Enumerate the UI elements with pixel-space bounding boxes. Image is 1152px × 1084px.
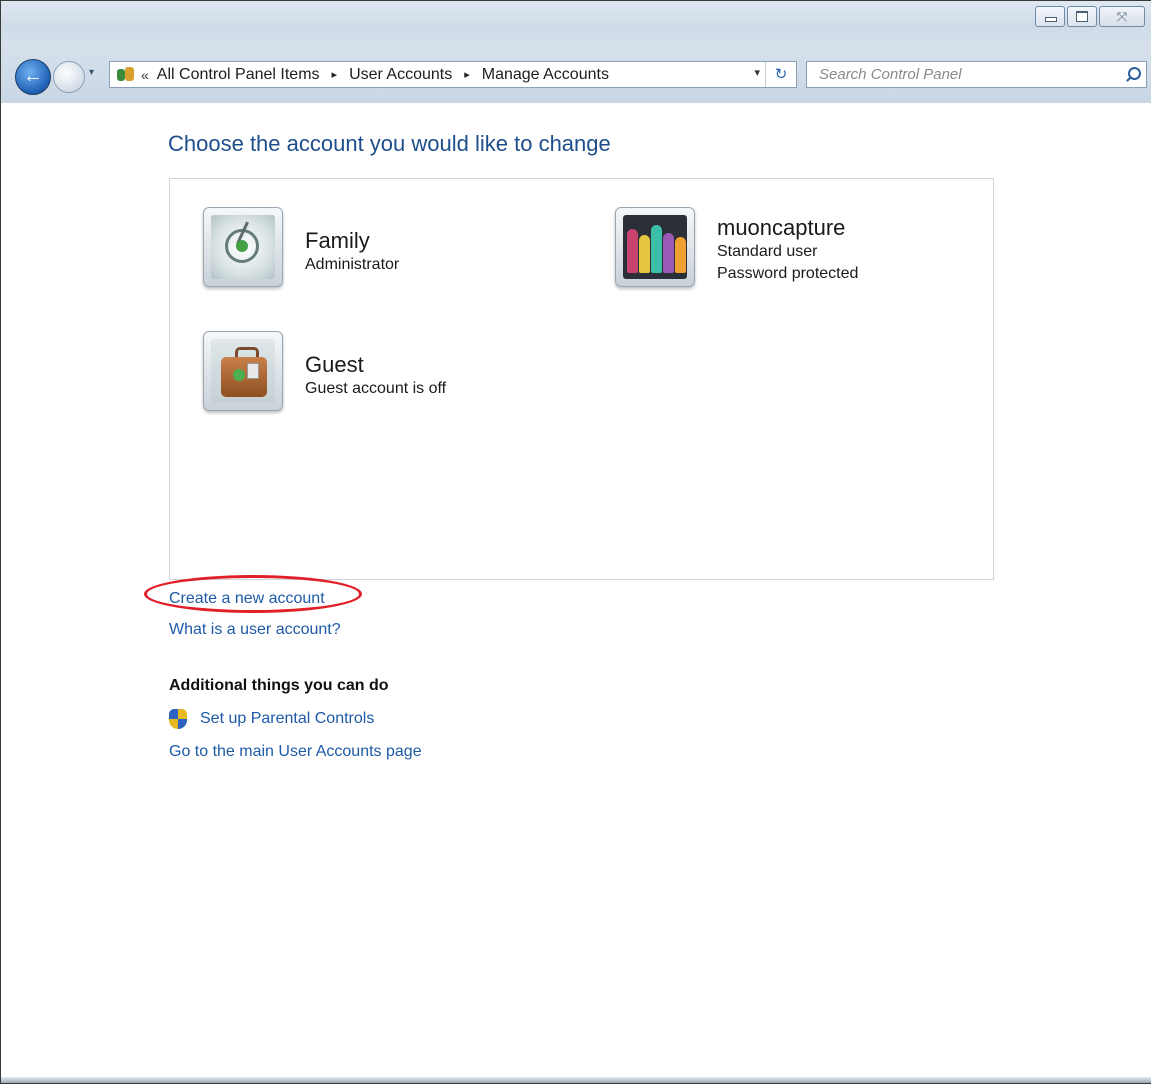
accounts-panel: Family Administrator muoncapture Standar… bbox=[169, 178, 994, 580]
account-type: Administrator bbox=[305, 256, 400, 273]
create-new-account-link[interactable]: Create a new account bbox=[169, 590, 325, 608]
search-input[interactable] bbox=[817, 65, 1122, 84]
account-name[interactable]: Family bbox=[305, 228, 399, 254]
back-arrow-icon: ← bbox=[23, 65, 43, 87]
parental-controls-row[interactable]: Set up Parental Controls bbox=[169, 709, 374, 729]
search-icon[interactable] bbox=[1122, 65, 1146, 85]
account-tile-muoncapture[interactable]: muoncapture Standard user Password prote… bbox=[615, 207, 858, 287]
main-content: Choose the account you would like to cha… bbox=[1, 103, 1151, 1083]
overflow-chevron-icon[interactable]: « bbox=[141, 67, 149, 83]
maximize-button[interactable] bbox=[1067, 6, 1097, 27]
breadcrumb-user-accounts[interactable]: User Accounts bbox=[349, 66, 452, 84]
suitcase-picture[interactable] bbox=[203, 331, 283, 411]
navigation-bar: ← ▾ « All Control Panel Items ▸ User Acc… bbox=[1, 45, 1151, 103]
chevron-down-icon: ▾ bbox=[89, 67, 95, 78]
breadcrumb-separator-icon[interactable]: ▸ bbox=[332, 68, 338, 81]
maximize-icon bbox=[1076, 11, 1088, 22]
account-tile-guest[interactable]: Guest Guest account is off bbox=[203, 331, 446, 411]
crayons-picture[interactable] bbox=[615, 207, 695, 287]
forward-button[interactable] bbox=[53, 61, 85, 93]
page-title: Choose the account you would like to cha… bbox=[168, 131, 611, 156]
back-button[interactable]: ← bbox=[15, 59, 51, 95]
minimize-button[interactable] bbox=[1035, 6, 1065, 27]
satellite-dish-picture[interactable] bbox=[203, 207, 283, 287]
account-name[interactable]: muoncapture bbox=[717, 215, 858, 241]
minimize-icon bbox=[1045, 17, 1057, 22]
breadcrumb-manage-accounts[interactable]: Manage Accounts bbox=[482, 66, 609, 84]
set-up-parental-controls-link[interactable]: Set up Parental Controls bbox=[200, 710, 374, 728]
account-tile-family[interactable]: Family Administrator bbox=[203, 207, 399, 287]
account-type: Standard user bbox=[717, 243, 818, 260]
additional-things-heading: Additional things you can do bbox=[169, 677, 389, 694]
window-bottom-border bbox=[1, 1077, 1151, 1083]
account-status: Guest account is off bbox=[305, 380, 447, 397]
address-dropdown-icon[interactable]: ▾ bbox=[754, 66, 760, 79]
refresh-button[interactable]: ↻ bbox=[765, 62, 796, 87]
close-icon: ⤧ bbox=[1116, 9, 1128, 24]
title-bar: ⤧ bbox=[1, 1, 1151, 45]
account-password-status: Password protected bbox=[717, 265, 859, 282]
breadcrumb-all-control-panel-items[interactable]: All Control Panel Items bbox=[157, 66, 320, 84]
window-controls: ⤧ bbox=[1033, 6, 1145, 27]
uac-shield-icon bbox=[169, 709, 187, 729]
recent-pages-dropdown[interactable]: ▾ bbox=[89, 67, 94, 78]
address-bar[interactable]: « All Control Panel Items ▸ User Account… bbox=[109, 61, 797, 88]
control-panel-window: ⤧ ← ▾ « All Control Panel Items ▸ User A… bbox=[0, 0, 1151, 1084]
what-is-user-account-link[interactable]: What is a user account? bbox=[169, 621, 341, 639]
close-button[interactable]: ⤧ bbox=[1099, 6, 1145, 27]
breadcrumb-separator-icon[interactable]: ▸ bbox=[464, 68, 470, 81]
search-box[interactable] bbox=[806, 61, 1147, 88]
control-panel-icon bbox=[117, 66, 135, 83]
main-user-accounts-link[interactable]: Go to the main User Accounts page bbox=[169, 743, 422, 761]
account-name[interactable]: Guest bbox=[305, 352, 446, 378]
